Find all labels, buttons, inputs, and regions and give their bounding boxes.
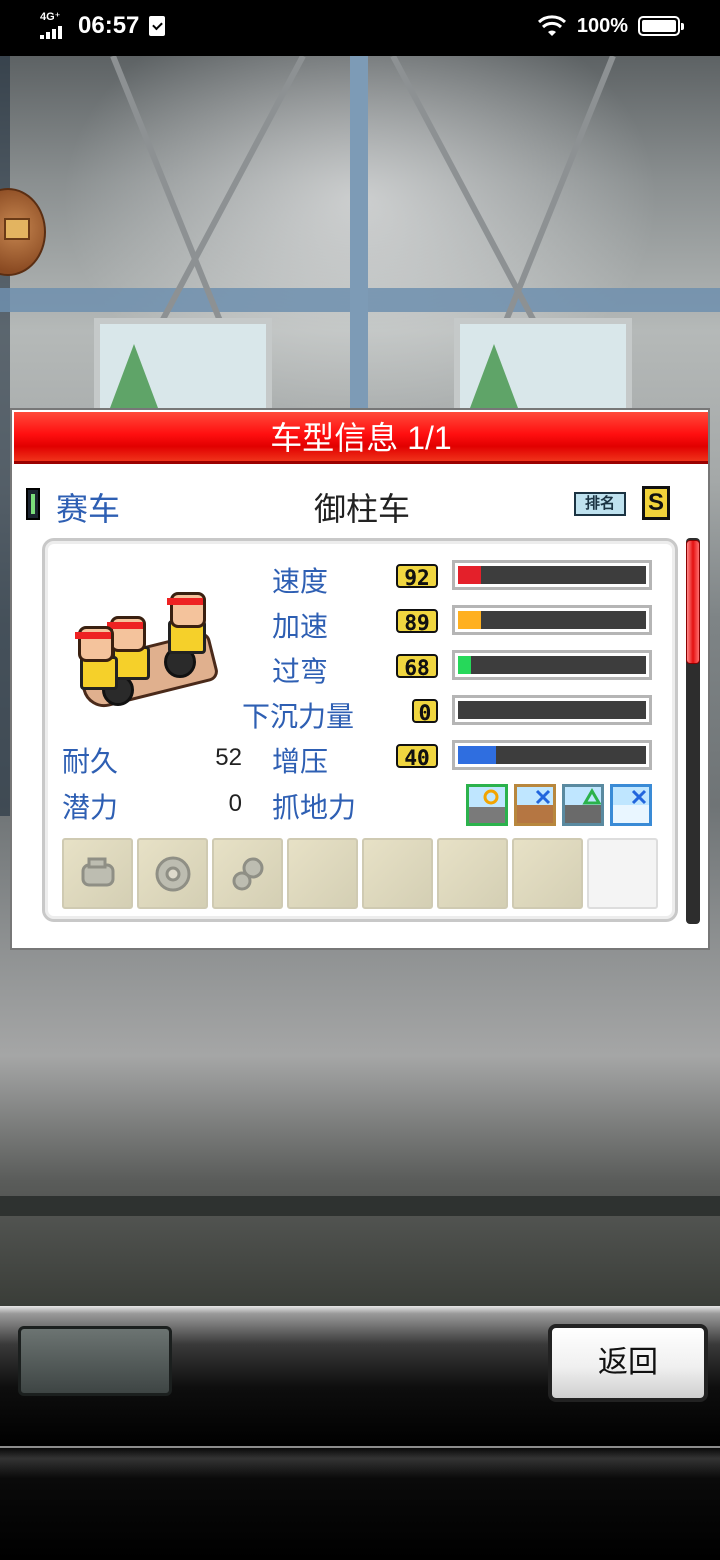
blank-button[interactable]	[18, 1326, 172, 1396]
flat-road-ok-icon	[466, 784, 508, 826]
potential-label: 潜力	[62, 792, 119, 823]
boost-bar	[452, 740, 652, 770]
treasure-chest-button[interactable]	[0, 188, 46, 276]
part-slot-empty[interactable]	[362, 838, 433, 909]
status-time: 06:57	[78, 12, 140, 39]
rough-road-ok-icon	[562, 784, 604, 826]
accel-value: 89	[396, 609, 438, 635]
downforce-value: 0	[412, 699, 438, 725]
boost-label: 增压	[272, 746, 329, 777]
durability-value: 52	[215, 744, 242, 771]
part-slot-empty[interactable]	[287, 838, 358, 909]
engine-part-icon	[81, 857, 115, 887]
cornering-label: 过弯	[272, 656, 329, 687]
tire-part-icon	[155, 856, 191, 892]
dialog-title: 车型信息 1/1	[14, 412, 708, 464]
back-button[interactable]: 返回	[548, 1324, 708, 1402]
accel-bar	[452, 605, 652, 635]
cornering-bar	[452, 650, 652, 680]
gear-part-icon	[232, 857, 264, 891]
status-bar: 4G⁺ 06:57 100%	[0, 0, 720, 56]
wifi-icon	[537, 15, 566, 36]
downforce-bar	[452, 695, 652, 725]
part-slot-gear[interactable]	[212, 838, 283, 909]
part-slot-empty[interactable]	[512, 838, 583, 909]
durability-label: 耐久	[62, 746, 119, 777]
cornering-value: 68	[396, 654, 438, 680]
rank-label: 排名	[574, 492, 626, 516]
car-sprite	[72, 590, 222, 712]
dirt-road-no-icon	[514, 784, 556, 826]
boost-value: 40	[396, 744, 438, 770]
part-slot-empty[interactable]	[437, 838, 508, 909]
steel-column	[350, 56, 368, 416]
part-slot-empty[interactable]	[587, 838, 658, 909]
garage-window	[94, 318, 272, 414]
potential-value: 0	[228, 790, 242, 817]
bottom-control-bar: 返回	[0, 1306, 720, 1560]
rank-value: S	[642, 486, 670, 520]
part-slot-engine[interactable]	[62, 838, 133, 909]
battery-icon	[638, 16, 684, 36]
scrollbar[interactable]	[686, 538, 700, 924]
cellular-signal-icon: 4G⁺	[40, 12, 72, 40]
snow-road-no-icon	[610, 784, 652, 826]
garage-window	[454, 318, 632, 414]
scrollbar-thumb[interactable]	[686, 540, 700, 664]
speed-value: 92	[396, 564, 438, 590]
battery-percent: 100%	[576, 14, 628, 37]
car-info-dialog: 车型信息 1/1 赛车 御柱车 排名 S 速度 92 加速 89 过弯 68 下…	[10, 408, 710, 950]
part-slot-tire[interactable]	[137, 838, 208, 909]
accel-label: 加速	[272, 611, 329, 642]
grip-label: 抓地力	[272, 792, 357, 823]
downforce-label: 下沉力量	[242, 701, 355, 732]
speed-bar	[452, 560, 652, 590]
speed-label: 速度	[272, 566, 329, 597]
clipboard-check-icon	[149, 16, 166, 36]
treasure-chest-icon	[4, 218, 30, 240]
